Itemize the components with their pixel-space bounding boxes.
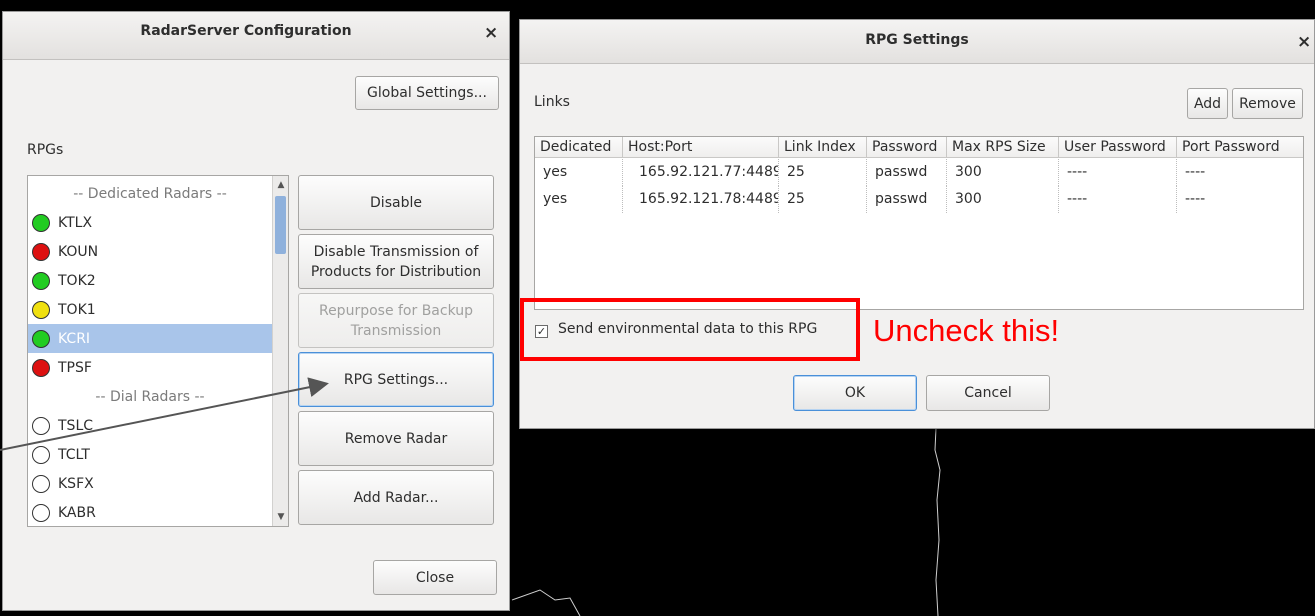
table-row[interactable]: yes 165.92.121.78:4489 25 passwd 300 ---… bbox=[535, 186, 1303, 213]
rpg-item-label: KTLX bbox=[58, 214, 93, 231]
column-header-password[interactable]: Password bbox=[867, 137, 947, 158]
table-row[interactable]: yes 165.92.121.77:4489 25 passwd 300 ---… bbox=[535, 159, 1303, 186]
list-header-label: -- Dial Radars -- bbox=[95, 388, 205, 405]
rpgs-label: RPGs bbox=[27, 142, 64, 158]
status-dot-icon bbox=[32, 358, 50, 377]
status-dot-icon bbox=[32, 445, 50, 464]
add-link-button[interactable]: Add bbox=[1187, 88, 1228, 119]
rpg-item-kabr[interactable]: KABR bbox=[28, 498, 272, 526]
cell-link-index: 25 bbox=[779, 159, 867, 186]
rpg-item-tok2[interactable]: TOK2 bbox=[28, 266, 272, 295]
links-label: Links bbox=[534, 94, 570, 110]
add-radar-button[interactable]: Add Radar... bbox=[298, 470, 494, 525]
rpg-item-ktlx[interactable]: KTLX bbox=[28, 208, 272, 237]
links-table-header: Dedicated Host:Port Link Index Password … bbox=[535, 137, 1303, 158]
rpg-settings-dialog: RPG Settings × Links Add Remove Dedicate… bbox=[519, 19, 1315, 429]
rpg-settings-title: RPG Settings bbox=[865, 32, 969, 48]
links-table[interactable]: Dedicated Host:Port Link Index Password … bbox=[534, 136, 1304, 310]
column-header-user-password[interactable]: User Password bbox=[1059, 137, 1177, 158]
list-header-dial: -- Dial Radars -- bbox=[28, 382, 272, 411]
cell-password: passwd bbox=[867, 159, 947, 186]
remove-link-button[interactable]: Remove bbox=[1232, 88, 1303, 119]
column-header-dedicated[interactable]: Dedicated bbox=[535, 137, 623, 158]
cell-link-index: 25 bbox=[779, 186, 867, 213]
repurpose-button[interactable]: Repurpose for Backup Transmission bbox=[298, 293, 494, 348]
status-dot-icon bbox=[32, 416, 50, 435]
cell-user-password: ---- bbox=[1059, 159, 1177, 186]
rpg-item-koun[interactable]: KOUN bbox=[28, 237, 272, 266]
list-header-label: -- Dedicated Radars -- bbox=[73, 185, 227, 202]
rpg-item-label: KOUN bbox=[58, 243, 99, 260]
close-icon[interactable]: × bbox=[1297, 32, 1311, 52]
cell-hostport: 165.92.121.77:4489 bbox=[623, 159, 779, 186]
rpg-item-label: KSFX bbox=[58, 475, 94, 492]
status-dot-icon bbox=[32, 474, 50, 493]
disable-transmission-button[interactable]: Disable Transmission of Products for Dis… bbox=[298, 234, 494, 289]
rpg-item-label: TOK1 bbox=[58, 301, 96, 318]
rpg-item-label: TSLC bbox=[58, 417, 94, 434]
radarserver-titlebar[interactable]: RadarServer Configuration × bbox=[3, 12, 509, 60]
rpg-item-label: KABR bbox=[58, 504, 96, 521]
rpg-item-tpsf[interactable]: TPSF bbox=[28, 353, 272, 382]
rpg-settings-button[interactable]: RPG Settings... bbox=[298, 352, 494, 407]
scroll-up-icon[interactable]: ▲ bbox=[273, 178, 288, 192]
status-dot-icon bbox=[32, 213, 50, 232]
cell-dedicated: yes bbox=[535, 186, 623, 213]
column-header-max-rps-size[interactable]: Max RPS Size bbox=[947, 137, 1059, 158]
cell-password: passwd bbox=[867, 186, 947, 213]
status-dot-icon bbox=[32, 242, 50, 261]
rpg-settings-titlebar[interactable]: RPG Settings × bbox=[520, 20, 1314, 64]
rpg-item-label: TCLT bbox=[58, 446, 90, 463]
cell-dedicated: yes bbox=[535, 159, 623, 186]
status-dot-icon bbox=[32, 329, 50, 348]
rpg-item-label: TOK2 bbox=[58, 272, 96, 289]
radarserver-title: RadarServer Configuration bbox=[140, 23, 352, 39]
cancel-button[interactable]: Cancel bbox=[926, 375, 1050, 411]
status-dot-icon bbox=[32, 300, 50, 319]
rpg-item-tclt[interactable]: TCLT bbox=[28, 440, 272, 469]
rpg-item-ksfx[interactable]: KSFX bbox=[28, 469, 272, 498]
column-header-link-index[interactable]: Link Index bbox=[779, 137, 867, 158]
cell-max-rps-size: 300 bbox=[947, 159, 1059, 186]
remove-radar-button[interactable]: Remove Radar bbox=[298, 411, 494, 466]
column-header-port-password[interactable]: Port Password bbox=[1177, 137, 1303, 158]
ok-button[interactable]: OK bbox=[793, 375, 917, 411]
radarserver-config-dialog: RadarServer Configuration × Global Setti… bbox=[2, 11, 510, 611]
cell-max-rps-size: 300 bbox=[947, 186, 1059, 213]
list-scrollbar[interactable]: ▲ ▼ bbox=[272, 176, 288, 526]
scroll-thumb[interactable] bbox=[275, 196, 286, 254]
rpg-item-tok1[interactable]: TOK1 bbox=[28, 295, 272, 324]
uncheck-annotation: Uncheck this! bbox=[873, 313, 1060, 348]
status-dot-icon bbox=[32, 271, 50, 290]
list-header-dedicated: -- Dedicated Radars -- bbox=[28, 179, 272, 208]
rpg-item-tslc[interactable]: TSLC bbox=[28, 411, 272, 440]
rpg-item-label: KCRI bbox=[58, 330, 91, 347]
scroll-down-icon[interactable]: ▼ bbox=[273, 510, 288, 524]
status-dot-icon bbox=[32, 503, 50, 522]
cell-user-password: ---- bbox=[1059, 186, 1177, 213]
close-button[interactable]: Close bbox=[373, 560, 497, 595]
column-header-hostport[interactable]: Host:Port bbox=[623, 137, 779, 158]
cell-hostport: 165.92.121.78:4489 bbox=[623, 186, 779, 213]
global-settings-button[interactable]: Global Settings... bbox=[355, 76, 499, 110]
checkbox-highlight-box bbox=[520, 298, 860, 361]
close-icon[interactable]: × bbox=[484, 23, 498, 43]
rpg-list[interactable]: -- Dedicated Radars -- KTLX KOUN TOK2 TO… bbox=[27, 175, 289, 527]
cell-port-password: ---- bbox=[1185, 164, 1206, 180]
cell-port-password: ---- bbox=[1185, 191, 1206, 207]
rpg-item-kcri[interactable]: KCRI bbox=[28, 324, 272, 353]
disable-button[interactable]: Disable bbox=[298, 175, 494, 230]
rpg-item-label: TPSF bbox=[58, 359, 92, 376]
